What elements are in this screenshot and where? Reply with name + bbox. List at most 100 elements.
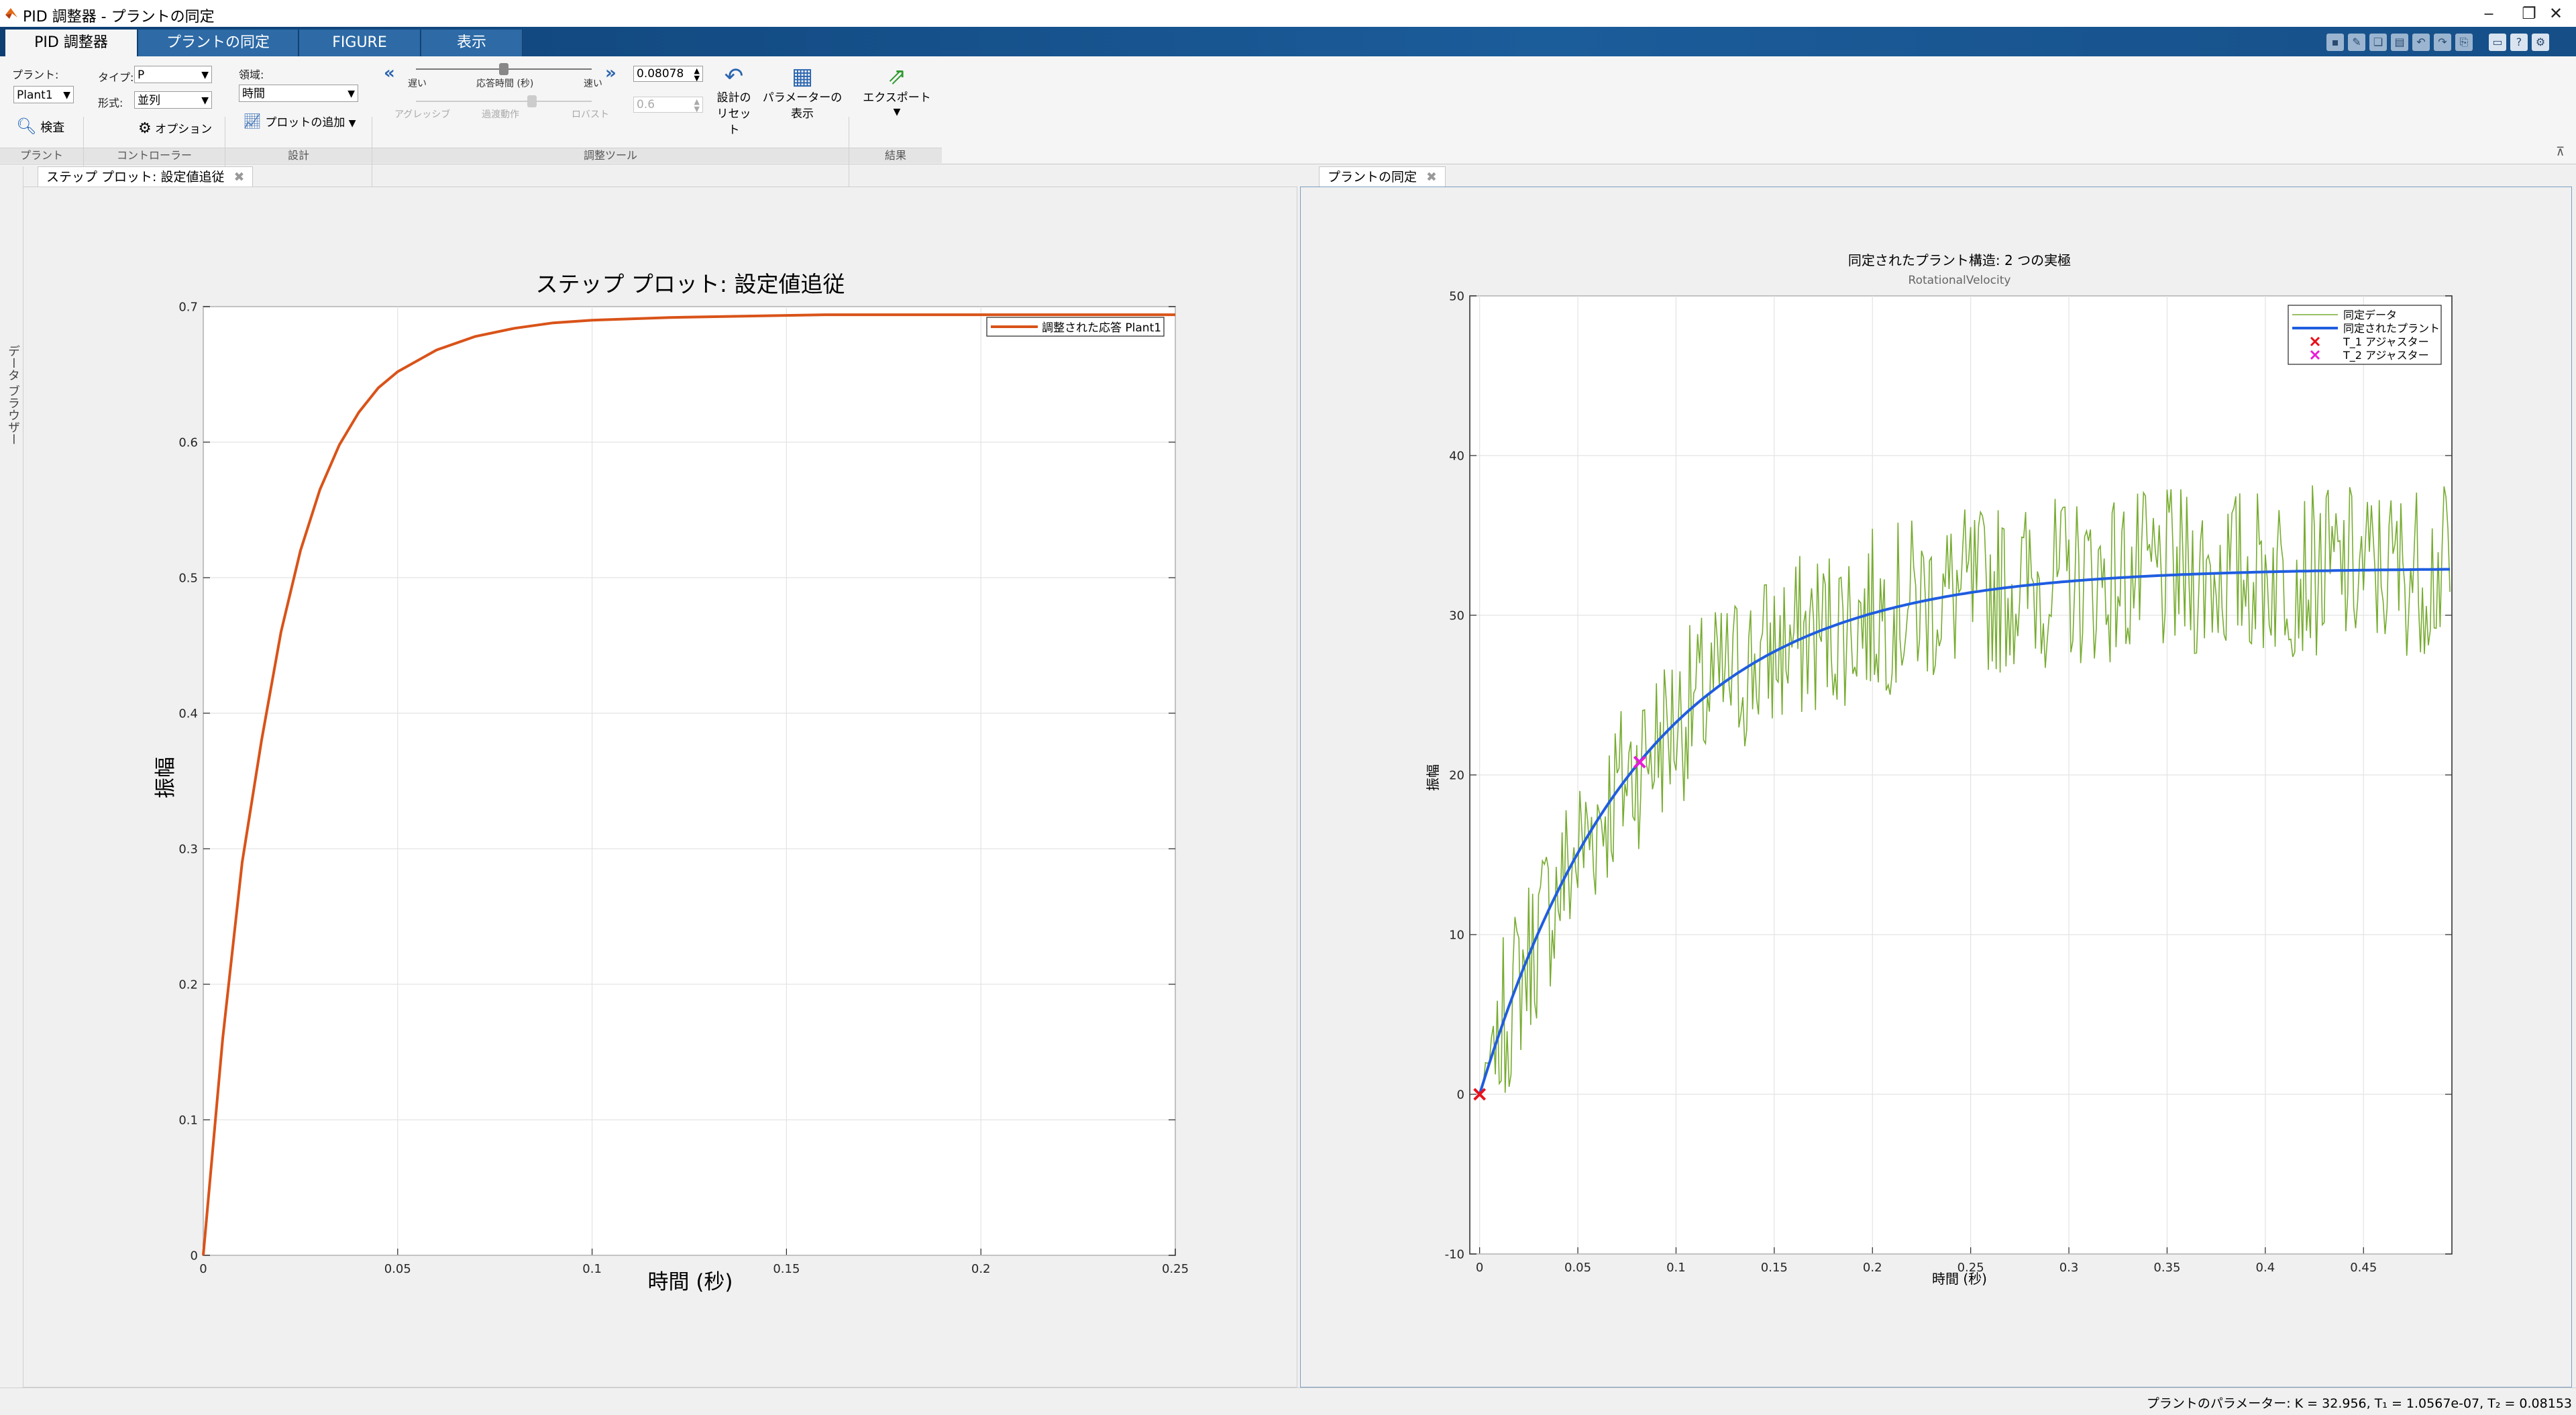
type-label: タイプ: xyxy=(98,71,134,84)
x-tick-label: 0.05 xyxy=(1564,1261,1591,1275)
transient-slider[interactable] xyxy=(416,101,592,102)
paste-icon[interactable]: ▤ xyxy=(2391,34,2408,51)
x-tick-label: 0.45 xyxy=(2350,1261,2377,1275)
export-button[interactable]: ⇗ エクスポート ▼ xyxy=(860,63,934,118)
table-icon: ▦ xyxy=(791,63,814,90)
minimize-button[interactable]: ‒ xyxy=(2469,1,2509,25)
step-plot-panel: ステップ プロット: 設定値追従 時間 (秒) 振幅 0 0.05 0.1 0.15 0… xyxy=(23,187,1297,1387)
reset-label-1: 設計の xyxy=(716,91,751,105)
chevron-down-icon: ▼ xyxy=(893,107,901,117)
options-button[interactable]: ⚙ オプション xyxy=(138,119,212,137)
plant-identification-chart[interactable]: 同定されたプラント構造: 2 つの実極 RotationalVelocity 時… xyxy=(1301,187,2571,1387)
y-tick-label: 0.3 xyxy=(178,842,198,856)
tab-plant-identification-doc[interactable]: プラントの同定 ✖ xyxy=(1319,166,1446,187)
reset-label-2: リセット xyxy=(716,107,751,137)
response-time-slider-thumb[interactable] xyxy=(499,63,508,75)
window-title: PID 調整器 - プラントの同定 xyxy=(23,9,215,25)
switch-windows-icon[interactable]: ⎘ xyxy=(2455,34,2473,51)
undo-icon[interactable]: ↶ xyxy=(2412,34,2430,51)
response-time-value: 0.08078 xyxy=(637,67,684,81)
domain-dropdown-value: 時間 xyxy=(242,87,265,101)
chart-title: 同定されたプラント構造: 2 つの実極 xyxy=(1848,252,2071,268)
spinner-icon: ▲ ▼ xyxy=(694,97,700,113)
tab-figure[interactable]: FIGURE xyxy=(299,30,421,56)
chevron-down-icon: ▼ xyxy=(348,118,356,129)
chart-subtitle: RotationalVelocity xyxy=(1909,274,2011,287)
y-tick-label: 0.1 xyxy=(178,1113,198,1127)
type-dropdown[interactable]: P ▼ xyxy=(134,66,212,83)
close-icon[interactable]: ✖ xyxy=(1426,170,1437,185)
window-title-bar: PID 調整器 - プラントの同定 ‒ ❐ ✕ xyxy=(0,0,2576,27)
add-plot-button[interactable]: 📈︎ プロットの追加 ▼ xyxy=(243,113,356,130)
response-time-input[interactable]: 0.08078 ▲ ▼ xyxy=(633,66,703,82)
y-tick-label: 0.6 xyxy=(178,435,198,450)
plant-dropdown[interactable]: Plant1 ▼ xyxy=(13,86,74,103)
x-tick-label: 0.1 xyxy=(582,1262,602,1276)
params-label-1: パラメーターの xyxy=(762,91,843,105)
save-icon[interactable]: ▪ xyxy=(2326,34,2344,51)
tab-plant-identification[interactable]: プラントの同定 xyxy=(138,30,299,56)
type-dropdown-value: P xyxy=(138,68,145,82)
y-tick-label: 0.2 xyxy=(178,978,198,992)
reset-design-button[interactable]: ↶ 設計の リセット xyxy=(712,63,755,138)
domain-dropdown[interactable]: 時間 ▼ xyxy=(239,85,358,102)
params-label-2: 表示 xyxy=(791,107,814,121)
plant-identification-panel: 同定されたプラント構造: 2 つの実極 RotationalVelocity 時… xyxy=(1300,187,2572,1387)
data-browser-strip: データ ブラウザー xyxy=(0,166,23,1387)
export-label: エクスポート xyxy=(863,91,931,105)
plant-dropdown-value: Plant1 xyxy=(17,89,53,102)
transient-label: 過渡動作 xyxy=(482,109,519,120)
x-tick-label: 0.4 xyxy=(2256,1261,2275,1275)
domain-label: 領域: xyxy=(239,68,264,81)
ribbon-tab-strip: PID 調整器 プラントの同定 FIGURE 表示 ▪ ✎ ❏ ▤ ↶ ↷ ⎘ … xyxy=(0,27,2576,56)
x-tick-label: 0.15 xyxy=(1761,1261,1788,1275)
help-icon[interactable]: ? xyxy=(2510,34,2528,51)
y-tick-label: 30 xyxy=(1449,609,1464,623)
copy-icon[interactable]: ❏ xyxy=(2369,34,2387,51)
data-browser-tab[interactable]: データ ブラウザー xyxy=(1,345,21,446)
faster-arrows-icon[interactable]: » xyxy=(605,63,616,83)
transient-input[interactable]: 0.6 ▲ ▼ xyxy=(633,97,703,113)
chevron-down-icon: ▼ xyxy=(201,70,209,81)
y-tick-label: -10 xyxy=(1445,1247,1464,1261)
legend-label: 同定データ xyxy=(2343,309,2397,321)
add-plot-label: プロットの追加 xyxy=(265,116,345,129)
y-tick-label: 0.5 xyxy=(178,571,198,585)
slow-label: 遅い xyxy=(408,78,427,89)
tab-view[interactable]: 表示 xyxy=(421,30,523,56)
x-tick-label: 0 xyxy=(1476,1261,1483,1275)
legend-label: 調整された応答 Plant1 xyxy=(1042,321,1161,335)
legend-label: 同定されたプラント xyxy=(2343,322,2440,335)
transient-slider-thumb[interactable] xyxy=(527,95,537,107)
step-plot-chart[interactable]: ステップ プロット: 設定値追従 時間 (秒) 振幅 0 0.05 0.1 0.15 0… xyxy=(23,187,1297,1387)
close-window-button[interactable]: ✕ xyxy=(2536,1,2576,25)
show-parameters-button[interactable]: ▦ パラメーターの 表示 xyxy=(761,63,844,122)
plot-area xyxy=(203,306,1176,1256)
section-tuning-tools: 調整ツール xyxy=(372,148,849,163)
y-axis-label: 振幅 xyxy=(154,757,178,798)
slower-arrows-icon[interactable]: « xyxy=(384,63,395,83)
redo-icon[interactable]: ↷ xyxy=(2434,34,2451,51)
inspect-button[interactable]: 🔍︎ 検査 xyxy=(16,117,64,136)
x-tick-label: 0.2 xyxy=(1863,1261,1882,1275)
tab-step-plot[interactable]: ステップ プロット: 設定値追従 ✖ xyxy=(38,166,254,187)
edit-icon[interactable]: ✎ xyxy=(2348,34,2365,51)
reset-icon: ↶ xyxy=(724,63,744,90)
plant-parameters-text: プラントのパラメーター: K = 32.956, T₁ = 1.0567e-07… xyxy=(2146,1396,2572,1411)
x-tick-label: 0.35 xyxy=(2153,1261,2180,1275)
x-axis-label: 時間 (秒) xyxy=(647,1270,733,1294)
tab-step-plot-label: ステップ プロット: 設定値追従 xyxy=(46,170,225,185)
dock-icon[interactable]: ▭ xyxy=(2489,34,2506,51)
tab-plant-id-label: プラントの同定 xyxy=(1328,170,1417,185)
settings-icon[interactable]: ⚙ xyxy=(2532,34,2549,51)
x-tick-label: 0.05 xyxy=(384,1262,411,1276)
form-dropdown[interactable]: 並列 ▼ xyxy=(134,91,212,109)
collapse-ribbon-icon[interactable]: ⊼ xyxy=(2556,145,2565,159)
x-tick-label: 0.25 xyxy=(1162,1262,1189,1276)
close-icon[interactable]: ✖ xyxy=(233,170,244,185)
tab-pid-tuner[interactable]: PID 調整器 xyxy=(5,30,138,56)
response-time-label: 応答時間 (秒) xyxy=(476,78,534,89)
form-dropdown-value: 並列 xyxy=(138,94,160,107)
legend-label: T_1 アジャスター xyxy=(2343,335,2429,349)
ribbon-toolstrip: プラント: Plant1 ▼ 🔍︎ 検査 プラント タイプ: P ▼ 形式: 並列 ▼… xyxy=(0,56,2576,217)
